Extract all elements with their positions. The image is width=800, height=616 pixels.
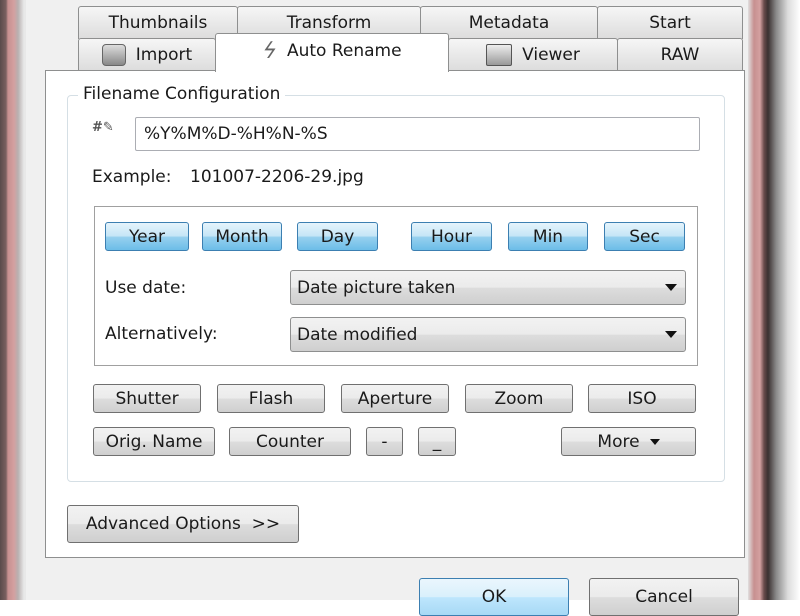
pattern-input[interactable]: %Y%M%D-%H%N-%S bbox=[135, 117, 700, 151]
sec-button[interactable]: Sec bbox=[604, 222, 685, 251]
camera-icon bbox=[101, 44, 126, 66]
use-date-select[interactable]: Date picture taken bbox=[290, 270, 686, 305]
pattern-value: %Y%M%D-%H%N-%S bbox=[144, 124, 328, 144]
shutter-button[interactable]: Shutter bbox=[93, 384, 201, 413]
lightning-icon: ϟ bbox=[257, 38, 282, 64]
underscore-button[interactable]: _ bbox=[418, 427, 456, 456]
dash-button[interactable]: - bbox=[366, 427, 403, 456]
alternatively-value: Date modified bbox=[297, 324, 418, 345]
tab-auto-rename[interactable]: ϟ Auto Rename bbox=[215, 33, 449, 72]
tab-label: Viewer bbox=[522, 45, 580, 65]
cancel-button[interactable]: Cancel bbox=[589, 578, 739, 616]
alternatively-select[interactable]: Date modified bbox=[290, 317, 686, 352]
tab-label: RAW bbox=[660, 45, 700, 65]
more-button[interactable]: More bbox=[561, 427, 696, 456]
min-button[interactable]: Min bbox=[508, 222, 588, 251]
orig-name-button[interactable]: Orig. Name bbox=[93, 427, 215, 456]
use-date-value: Date picture taken bbox=[297, 277, 456, 298]
window-frame-right bbox=[748, 0, 800, 600]
window-frame-left bbox=[0, 0, 26, 600]
aperture-button[interactable]: Aperture bbox=[341, 384, 449, 413]
chevron-down-icon bbox=[665, 331, 677, 338]
tab-label: Transform bbox=[286, 13, 372, 33]
tab-label: Auto Rename bbox=[286, 41, 402, 61]
tab-viewer[interactable]: Viewer bbox=[448, 38, 618, 71]
pattern-edit-icon: #✎ bbox=[92, 120, 114, 135]
tab-label: Thumbnails bbox=[108, 13, 208, 33]
year-button[interactable]: Year bbox=[105, 222, 189, 251]
tab-label: Import bbox=[135, 45, 193, 65]
group-title: Filename Configuration bbox=[78, 84, 286, 104]
tab-thumbnails[interactable]: Thumbnails bbox=[78, 6, 238, 39]
caret-down-icon bbox=[649, 438, 660, 445]
alternatively-label: Alternatively: bbox=[105, 324, 218, 344]
advanced-options-button[interactable]: Advanced Options >> bbox=[67, 505, 299, 543]
example-value: 101007-2206-29.jpg bbox=[190, 167, 364, 187]
month-button[interactable]: Month bbox=[202, 222, 282, 251]
monitor-icon bbox=[486, 44, 513, 66]
use-date-label: Use date: bbox=[105, 278, 187, 298]
tab-start[interactable]: Start bbox=[597, 6, 743, 39]
tab-import[interactable]: Import bbox=[78, 38, 216, 71]
tab-raw[interactable]: RAW bbox=[617, 38, 743, 71]
chevron-down-icon bbox=[665, 284, 677, 291]
hour-button[interactable]: Hour bbox=[411, 222, 492, 251]
tab-label: Metadata bbox=[468, 13, 550, 33]
tab-label: Start bbox=[649, 13, 691, 33]
zoom-button[interactable]: Zoom bbox=[465, 384, 573, 413]
ok-button[interactable]: OK bbox=[419, 578, 569, 616]
day-button[interactable]: Day bbox=[297, 222, 378, 251]
example-label: Example: bbox=[92, 167, 172, 187]
counter-button[interactable]: Counter bbox=[229, 427, 351, 456]
flash-button[interactable]: Flash bbox=[217, 384, 325, 413]
more-label: More bbox=[597, 431, 640, 452]
iso-button[interactable]: ISO bbox=[588, 384, 696, 413]
